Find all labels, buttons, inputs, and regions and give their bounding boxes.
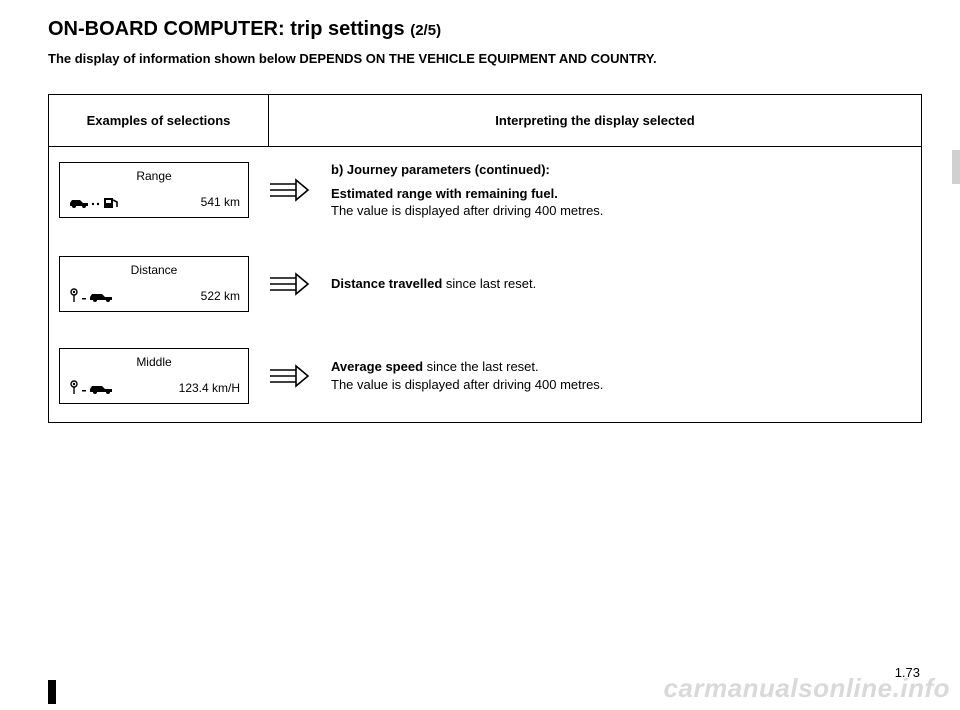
panel-range-value: 541 km bbox=[201, 195, 240, 209]
row-middle: Middle bbox=[59, 348, 911, 404]
header-examples: Examples of selections bbox=[49, 95, 269, 147]
desc-range-lead: Estimated range with remaining fuel. bbox=[331, 186, 558, 201]
desc-middle-rest: since the last reset. bbox=[427, 359, 539, 374]
row-distance: Distance bbox=[59, 256, 911, 312]
panel-range: Range bbox=[59, 162, 249, 218]
desc-range: b) Journey parameters (continued): Estim… bbox=[331, 161, 911, 220]
panel-middle-value: 123.4 km/H bbox=[179, 381, 240, 395]
desc-distance: Distance travelled since last reset. bbox=[331, 275, 911, 293]
arrow-icon bbox=[267, 177, 313, 203]
title-sub: (2/5) bbox=[410, 22, 441, 39]
desc-middle-line2: The value is displayed after driving 400… bbox=[331, 377, 603, 392]
desc-middle: Average speed since the last reset. The … bbox=[331, 358, 911, 393]
desc-distance-lead: Distance travelled bbox=[331, 276, 446, 291]
panel-middle-title: Middle bbox=[68, 355, 240, 369]
panel-distance: Distance bbox=[59, 256, 249, 312]
panel-distance-title: Distance bbox=[68, 263, 240, 277]
arrow-icon bbox=[267, 363, 313, 389]
desc-range-heading: b) Journey parameters (continued): bbox=[331, 161, 911, 179]
speed-icon bbox=[68, 379, 126, 397]
title-main: ON-BOARD COMPUTER: trip settings bbox=[48, 18, 410, 40]
panel-middle: Middle bbox=[59, 348, 249, 404]
desc-middle-lead: Average speed bbox=[331, 359, 427, 374]
row-range: Range bbox=[59, 161, 911, 220]
page-title: ON-BOARD COMPUTER: trip settings (2/5) bbox=[48, 18, 922, 41]
settings-table: Examples of selections Interpreting the … bbox=[48, 94, 922, 423]
desc-range-line2: The value is displayed after driving 400… bbox=[331, 203, 603, 218]
equipment-note: The display of information shown below D… bbox=[48, 51, 922, 66]
panel-distance-value: 522 km bbox=[201, 289, 240, 303]
arrow-icon bbox=[267, 271, 313, 297]
watermark: carmanualsonline.info bbox=[664, 673, 950, 704]
header-interpreting: Interpreting the display selected bbox=[269, 95, 922, 147]
panel-range-title: Range bbox=[68, 169, 240, 183]
range-icon bbox=[68, 193, 126, 211]
desc-distance-rest: since last reset. bbox=[446, 276, 536, 291]
section-tab bbox=[952, 150, 960, 184]
footer-tick-mark bbox=[48, 680, 56, 704]
distance-icon bbox=[68, 287, 126, 305]
